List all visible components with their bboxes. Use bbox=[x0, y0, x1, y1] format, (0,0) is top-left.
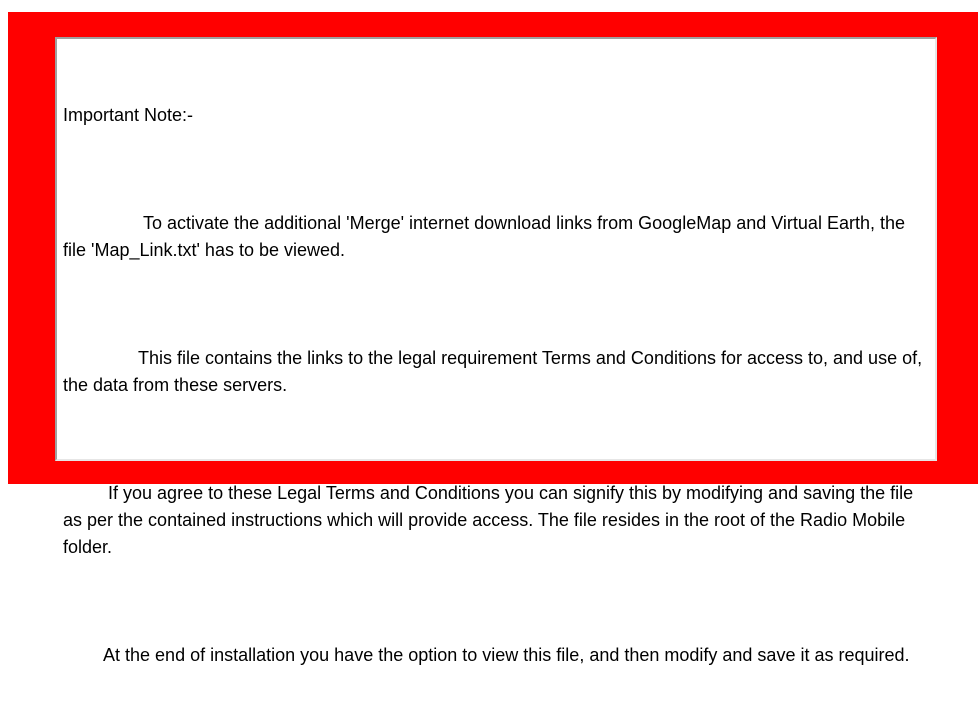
note-paragraph-agreement: If you agree to these Legal Terms and Co… bbox=[63, 483, 919, 557]
important-note-textbox[interactable]: Important Note:- To activate the additio… bbox=[55, 37, 937, 665]
note-paragraph-installation: At the end of installation you have the … bbox=[63, 645, 910, 665]
red-frame: Important Note:- To activate the additio… bbox=[8, 12, 978, 665]
note-paragraph-terms: This file contains the links to the lega… bbox=[63, 348, 928, 395]
note-title: Important Note:- bbox=[63, 105, 194, 125]
note-paragraph-merge-links: To activate the additional 'Merge' inter… bbox=[63, 213, 911, 260]
